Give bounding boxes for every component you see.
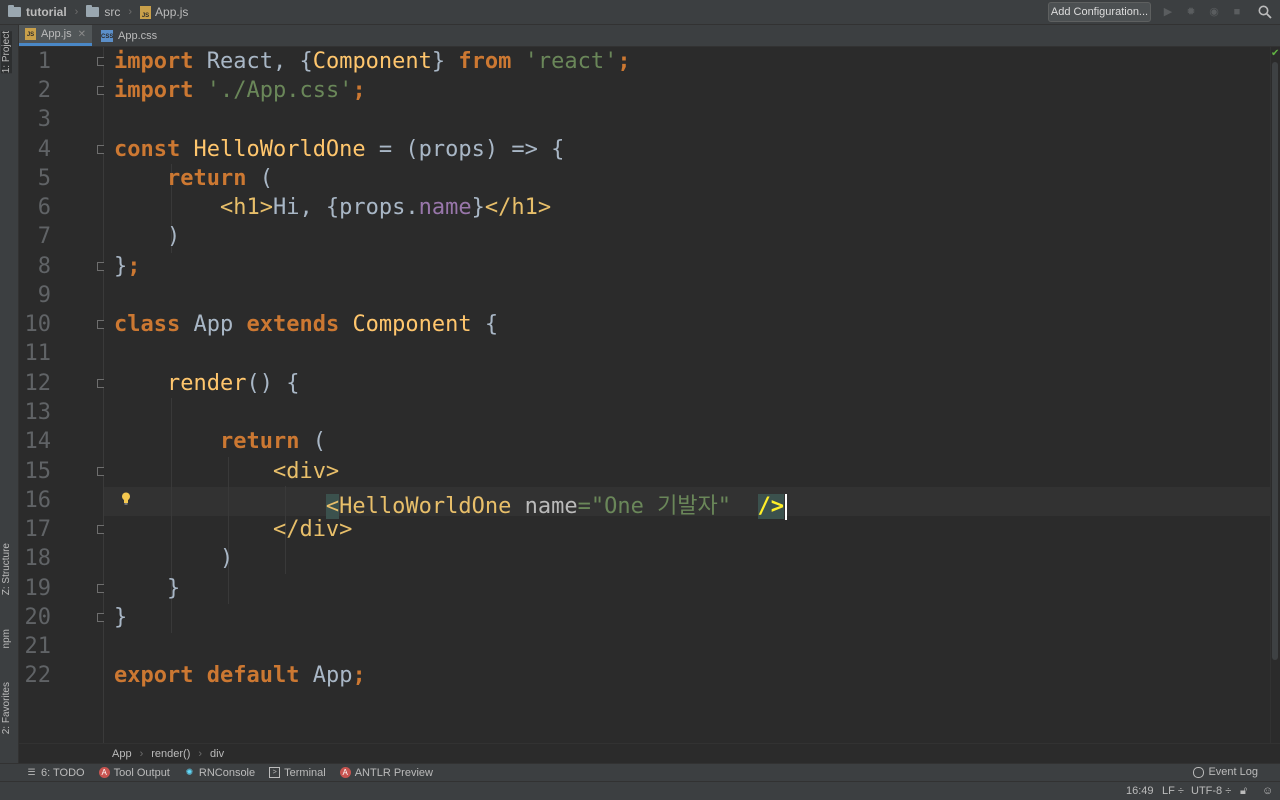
lightbulb-icon[interactable] [121,492,131,505]
text-caret [785,494,788,520]
line-number: 8 [37,254,51,279]
line-number: 18 [24,546,52,571]
todo-tool-button[interactable]: ☰ 6: TODO [26,767,84,779]
line-number: 4 [37,137,51,162]
search-icon[interactable] [1258,5,1272,19]
chevron-right-icon: › [198,747,203,760]
event-log-icon [1193,766,1205,778]
chevron-right-icon: › [74,6,79,18]
code-line-4: const HelloWorldOne = (props) => { [114,137,565,162]
line-number: 21 [24,634,52,659]
code-line-18: ) [219,546,234,571]
chevron-right-icon: › [128,6,133,18]
line-number: 2 [37,78,51,103]
line-separator-selector[interactable]: LF ÷ [1162,785,1184,797]
inspector-icon[interactable]: ☺ [1262,785,1273,797]
line-number: 6 [37,195,51,220]
line-number: 13 [24,400,52,425]
left-tool-strip: 1: Project Z: Structure npm 2: Favorites [0,25,19,763]
add-configuration-button[interactable]: Add Configuration... [1048,2,1151,22]
structure-tool-button[interactable]: Z: Structure [1,543,12,595]
tab-app-js[interactable]: JS App.js ✕ [19,25,92,46]
css-file-icon: CSS [101,29,113,42]
nav-crumb-src[interactable]: src [86,5,120,19]
code-breadcrumb: App › render() › div [19,743,1280,763]
encoding-selector[interactable]: UTF-8 ÷ [1191,785,1231,797]
breadcrumb-item[interactable]: render() [151,748,190,760]
js-file-icon: JS [25,28,37,40]
code-line-7: ) [166,224,181,249]
debug-icon[interactable]: ✹ [1185,6,1197,18]
caret-position[interactable]: 16:49 [1126,785,1154,797]
line-number: 9 [37,283,51,308]
folder-icon [8,5,21,17]
code-line-22: export default App; [114,663,366,688]
editor-tab-bar: JS App.js ✕ CSS App.css [19,25,1280,47]
rnconsole-tool-button[interactable]: ✺ RNConsole [184,767,256,779]
breadcrumb-item[interactable]: div [210,748,224,760]
folder-icon [86,5,100,17]
line-number: 16 [24,488,52,513]
todo-icon: ☰ [27,767,36,777]
code-line-2: import './App.css'; [114,78,366,103]
line-number: 20 [24,605,52,630]
chevron-right-icon: › [139,747,144,760]
code-line-1: import React, {Component} from 'react'; [114,49,631,74]
line-number: 3 [37,107,51,132]
code-line-19: } [166,576,181,601]
react-icon: ✺ [185,767,194,777]
project-tool-button[interactable]: 1: Project [1,31,12,74]
close-icon[interactable]: ✕ [78,29,86,40]
bottom-tool-bar: ☰ 6: TODO A Tool Output ✺ RNConsole > Te… [0,763,1280,781]
tool-output-icon: A [98,767,110,778]
antlr-preview-button[interactable]: A ANTLR Preview [339,767,433,779]
line-number: 14 [24,429,52,454]
code-editor[interactable]: import React, {Component} from 'react'; … [104,47,1270,743]
run-icon[interactable]: ▶ [1162,6,1174,18]
tool-output-button[interactable]: A Tool Output [98,767,170,779]
line-number: 22 [24,663,52,688]
code-line-6: <h1>Hi, {props.name}</h1> [219,195,552,220]
scrollbar-thumb[interactable] [1272,62,1278,660]
line-number: 5 [37,166,51,191]
event-log-button[interactable]: Event Log [1193,766,1258,778]
favorites-tool-button[interactable]: 2: Favorites [1,682,12,734]
line-number: 1 [37,49,51,74]
line-number: 15 [24,459,52,484]
terminal-icon: > [269,767,281,778]
npm-tool-button[interactable]: npm [1,629,12,648]
code-line-16: <HelloWorldOne name="One 기발자" /> [114,488,788,520]
code-line-17: </div> [272,517,353,542]
nav-crumb-project[interactable]: tutorial [8,5,67,19]
antlr-icon: A [339,767,351,778]
code-line-14: return ( [219,429,326,454]
line-number: 19 [24,576,52,601]
code-line-8: }; [114,254,141,279]
line-number: 12 [24,371,52,396]
status-bar: 16:49 LF ÷ UTF-8 ÷ 🔓︎ ☺ [0,781,1280,800]
line-number: 11 [24,341,52,366]
line-number: 10 [24,312,52,337]
lock-icon[interactable]: 🔓︎ [1240,785,1247,798]
stop-icon[interactable]: ■ [1231,6,1243,18]
code-line-15: <div> [272,459,340,484]
line-number: 7 [37,224,51,249]
nav-crumb-file[interactable]: JS App.js [140,5,188,19]
breadcrumb-item[interactable]: App [112,748,132,760]
code-line-20: } [114,605,128,630]
line-number: 17 [24,517,52,542]
code-line-12: render() { [166,371,300,396]
tab-app-css[interactable]: CSS App.css [95,25,181,46]
terminal-tool-button[interactable]: > Terminal [269,767,326,779]
no-problems-check-icon: ✔ [1271,48,1280,59]
code-line-5: return ( [166,166,273,191]
editor-gutter: 1 2 3 4 5 6 7 8 9 10 11 12 13 14 15 16 1… [19,47,106,743]
coverage-icon[interactable]: ◉ [1208,6,1220,18]
js-file-icon: JS [140,5,152,19]
code-line-10: class App extends Component { [114,312,499,337]
